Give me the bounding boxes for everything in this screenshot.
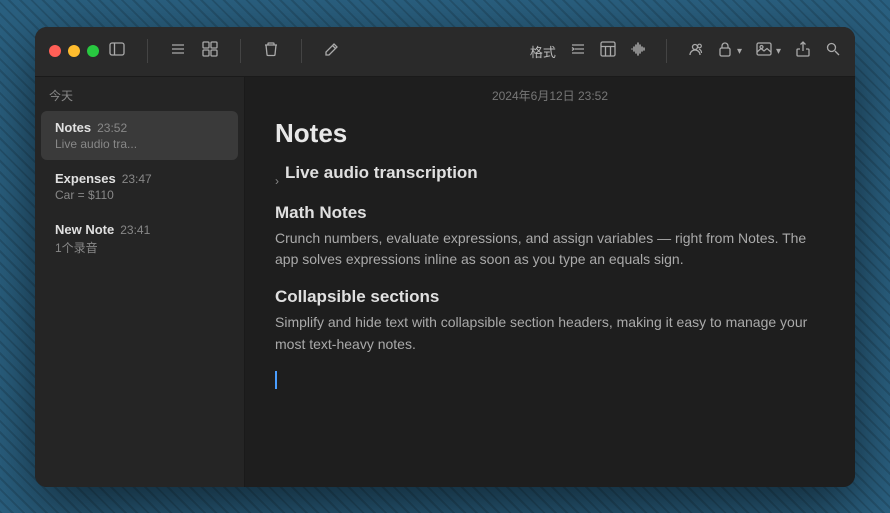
divider-3 bbox=[301, 39, 302, 63]
share-icon[interactable] bbox=[795, 41, 811, 62]
toolbar-left bbox=[109, 39, 340, 63]
note-preview-new-note: 1个录音 bbox=[55, 239, 224, 256]
divider-1 bbox=[147, 39, 148, 63]
content-body[interactable]: Notes › Live audio transcription Math No… bbox=[245, 112, 855, 487]
collapse-arrow-icon[interactable]: › bbox=[275, 174, 279, 188]
sidebar: 今天 Notes 23:52 Live audio tra... Expense… bbox=[35, 77, 245, 487]
fullscreen-button[interactable] bbox=[87, 45, 99, 57]
text-cursor-line bbox=[275, 371, 825, 389]
divider-4 bbox=[666, 39, 667, 63]
table-icon[interactable] bbox=[600, 41, 616, 62]
note-item-expenses[interactable]: Expenses 23:47 Car = $110 bbox=[41, 162, 238, 211]
titlebar: 格式 bbox=[35, 27, 855, 77]
lock-icon[interactable] bbox=[717, 41, 733, 62]
note-preview-expenses: Car = $110 bbox=[55, 188, 224, 202]
note-item-new-note[interactable]: New Note 23:41 1个录音 bbox=[41, 213, 238, 265]
main-area: 今天 Notes 23:52 Live audio tra... Expense… bbox=[35, 77, 855, 487]
live-audio-section-header: › Live audio transcription bbox=[275, 163, 825, 199]
audio-waveform-icon[interactable] bbox=[630, 41, 646, 62]
trash-icon[interactable] bbox=[263, 41, 279, 62]
math-notes-body: Crunch numbers, evaluate expressions, an… bbox=[275, 228, 825, 271]
search-icon[interactable] bbox=[825, 41, 841, 62]
lock-chevron-icon[interactable]: ▾ bbox=[737, 46, 742, 57]
note-title-expenses: Expenses 23:47 bbox=[55, 171, 224, 186]
note-preview-notes: Live audio tra... bbox=[55, 137, 224, 151]
traffic-lights bbox=[49, 45, 99, 57]
divider-2 bbox=[240, 39, 241, 63]
grid-view-icon[interactable] bbox=[202, 41, 218, 62]
text-cursor bbox=[275, 371, 277, 389]
collapsible-section: Collapsible sections Simplify and hide t… bbox=[275, 287, 825, 355]
content-area: 2024年6月12日 23:52 Notes › Live audio tran… bbox=[245, 77, 855, 487]
sidebar-toggle-icon[interactable] bbox=[109, 41, 125, 62]
list-indent-icon[interactable] bbox=[570, 41, 586, 62]
image-chevron-icon[interactable]: ▾ bbox=[776, 46, 781, 57]
collapsible-title: Collapsible sections bbox=[275, 287, 825, 307]
math-notes-title: Math Notes bbox=[275, 203, 825, 223]
note-main-title: Notes bbox=[275, 118, 825, 149]
math-notes-section: Math Notes Crunch numbers, evaluate expr… bbox=[275, 203, 825, 271]
format-label[interactable]: 格式 bbox=[530, 42, 556, 61]
content-date-header: 2024年6月12日 23:52 bbox=[245, 77, 855, 112]
note-title-notes: Notes 23:52 bbox=[55, 120, 224, 135]
lock-group[interactable]: ▾ bbox=[717, 41, 742, 62]
toolbar-right: 格式 bbox=[530, 39, 841, 63]
note-item-notes[interactable]: Notes 23:52 Live audio tra... bbox=[41, 111, 238, 160]
main-window: 格式 bbox=[35, 27, 855, 487]
compose-icon[interactable] bbox=[324, 41, 340, 62]
sidebar-section-today: 今天 bbox=[35, 77, 244, 110]
minimize-button[interactable] bbox=[68, 45, 80, 57]
close-button[interactable] bbox=[49, 45, 61, 57]
image-icon[interactable] bbox=[756, 41, 772, 62]
image-group[interactable]: ▾ bbox=[756, 41, 781, 62]
list-view-icon[interactable] bbox=[170, 41, 186, 62]
note-title-new-note: New Note 23:41 bbox=[55, 222, 224, 237]
live-audio-title: Live audio transcription bbox=[285, 163, 478, 183]
collab-icon[interactable] bbox=[687, 41, 703, 62]
collapsible-body: Simplify and hide text with collapsible … bbox=[275, 312, 825, 355]
